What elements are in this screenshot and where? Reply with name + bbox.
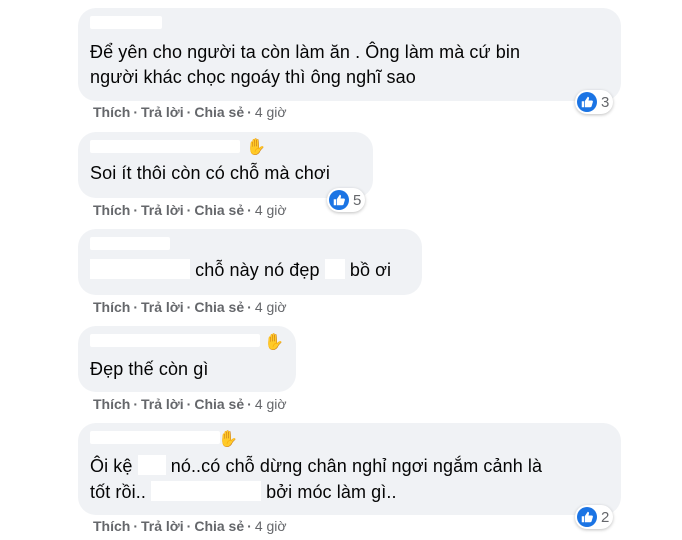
- like-thumb-icon: [577, 507, 597, 527]
- comment-bubble: ✋ Soi ít thôi còn có chỗ mà chơi: [78, 132, 373, 198]
- author-name-redacted: [90, 16, 162, 29]
- hand-wave-icon: ✋: [264, 334, 284, 351]
- reaction-summary[interactable]: 2: [575, 505, 614, 529]
- redacted-text: [324, 259, 345, 279]
- comment-actions: Thích · Trả lời · Chia sẻ · 4 giờ: [93, 518, 287, 534]
- share-link[interactable]: Chia sẻ: [194, 202, 244, 218]
- reaction-count: 5: [353, 191, 362, 209]
- author-name-redacted: [90, 334, 260, 347]
- comment-text-line: người khác chọc ngoáy thì ông nghĩ sao: [90, 67, 416, 87]
- comment-text-line: Đẹp thế còn gì: [90, 359, 209, 379]
- redacted-text: [90, 259, 190, 279]
- like-link[interactable]: Thích: [93, 202, 130, 218]
- timestamp-link[interactable]: 4 giờ: [255, 202, 287, 218]
- author-name-redacted: [90, 431, 220, 444]
- share-link[interactable]: Chia sẻ: [194, 104, 244, 120]
- reaction-count: 2: [601, 508, 610, 526]
- timestamp-link[interactable]: 4 giờ: [255, 104, 287, 120]
- comment-text-line: Để yên cho người ta còn làm ăn . Ông làm…: [90, 42, 521, 62]
- author-name-redacted: [90, 140, 240, 153]
- comment-text-part: bồ ơi: [349, 260, 392, 280]
- author-name-redacted: [90, 237, 170, 250]
- timestamp-link[interactable]: 4 giờ: [255, 518, 287, 534]
- comment-bubble: ✋ Đẹp thế còn gì: [78, 326, 296, 392]
- reaction-summary[interactable]: 5: [327, 188, 366, 212]
- reply-link[interactable]: Trả lời: [141, 396, 184, 412]
- redacted-text: [137, 455, 166, 475]
- reply-link[interactable]: Trả lời: [141, 104, 184, 120]
- like-link[interactable]: Thích: [93, 299, 130, 315]
- comment-text-part: chỗ này nó đẹp: [195, 260, 320, 280]
- reply-link[interactable]: Trả lời: [141, 299, 184, 315]
- hand-wave-icon: ✋: [246, 139, 266, 156]
- redacted-text: [151, 481, 262, 501]
- comment-text-line: tốt rồi.. bởi móc làm gì..: [90, 481, 397, 502]
- reply-link[interactable]: Trả lời: [141, 202, 184, 218]
- like-link[interactable]: Thích: [93, 396, 130, 412]
- like-thumb-icon: [329, 190, 349, 210]
- timestamp-link[interactable]: 4 giờ: [255, 396, 287, 412]
- comment-actions: Thích · Trả lời · Chia sẻ · 4 giờ: [93, 104, 287, 120]
- timestamp-link[interactable]: 4 giờ: [255, 299, 287, 315]
- share-link[interactable]: Chia sẻ: [194, 518, 244, 534]
- like-link[interactable]: Thích: [93, 104, 130, 120]
- share-link[interactable]: Chia sẻ: [194, 299, 244, 315]
- reply-link[interactable]: Trả lời: [141, 518, 184, 534]
- comment-bubble: ✋ Ôi kệ nó..có chỗ dừng chân nghỉ ngơi n…: [78, 423, 621, 515]
- share-link[interactable]: Chia sẻ: [194, 396, 244, 412]
- comment-bubble: chỗ này nó đẹp bồ ơi: [78, 229, 422, 295]
- comment-text-line: Soi ít thôi còn có chỗ mà chơi: [90, 163, 330, 183]
- like-link[interactable]: Thích: [93, 518, 130, 534]
- hand-wave-icon: ✋: [218, 431, 238, 448]
- like-thumb-icon: [577, 92, 597, 112]
- comment-text-line: Ôi kệ nó..có chỗ dừng chân nghỉ ngơi ngắ…: [90, 455, 543, 476]
- comment-actions: Thích · Trả lời · Chia sẻ · 4 giờ: [93, 202, 287, 218]
- comment-text-line: chỗ này nó đẹp bồ ơi: [90, 258, 391, 283]
- reaction-summary[interactable]: 3: [575, 90, 614, 114]
- comment-actions: Thích · Trả lời · Chia sẻ · 4 giờ: [93, 299, 287, 315]
- comment-bubble: Để yên cho người ta còn làm ăn . Ông làm…: [78, 8, 621, 101]
- reaction-count: 3: [601, 93, 610, 111]
- comment-actions: Thích · Trả lời · Chia sẻ · 4 giờ: [93, 396, 287, 412]
